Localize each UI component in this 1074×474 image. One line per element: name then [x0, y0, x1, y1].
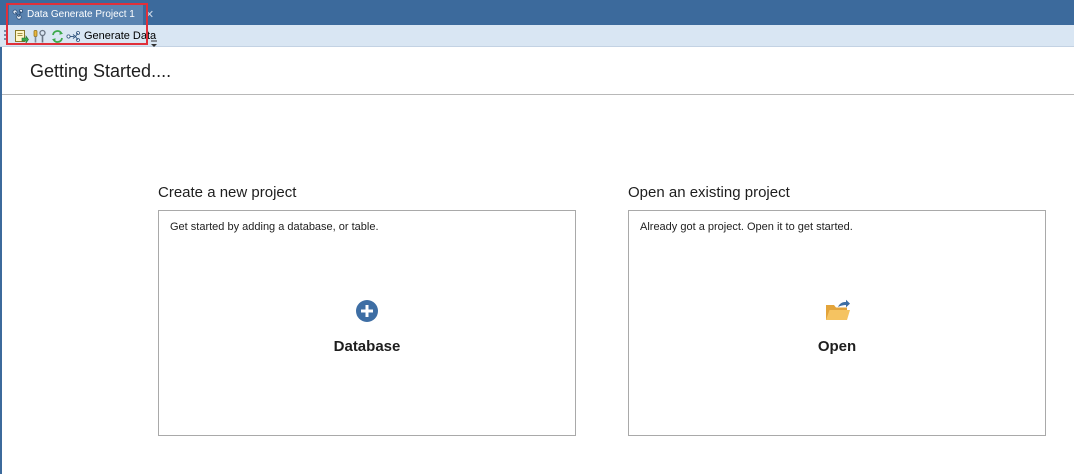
open-label: Open — [817, 338, 857, 355]
toolbar-grip[interactable] — [4, 30, 6, 42]
new-project-heading: Create a new project — [158, 184, 297, 201]
toolbar-overflow-button[interactable] — [150, 34, 158, 47]
new-project-icon — [14, 29, 29, 44]
add-circle-icon — [355, 299, 379, 323]
database-label: Database — [333, 338, 401, 355]
generate-data-label: Generate Data — [84, 30, 157, 42]
tab-title: Data Generate Project 1 — [27, 9, 135, 20]
refresh-button[interactable] — [49, 28, 65, 44]
page-title: Getting Started.... — [30, 61, 172, 81]
open-project-card[interactable]: Already got a project. Open it to get st… — [628, 210, 1046, 436]
document-tab-strip: Data Generate Project 1 ✕ — [0, 0, 1074, 25]
tab-close-icon[interactable]: ✕ — [145, 8, 154, 21]
new-project-button[interactable] — [13, 28, 29, 44]
overflow-chevron-icon — [151, 40, 157, 47]
tools-icon — [33, 29, 46, 42]
generate-data-icon — [66, 30, 80, 42]
tools-button[interactable] — [31, 28, 47, 44]
open-folder-icon — [825, 299, 850, 323]
data-generator-icon — [12, 8, 25, 21]
document-tab[interactable]: Data Generate Project 1 ✕ — [9, 4, 154, 25]
open-project-description: Already got a project. Open it to get st… — [640, 221, 853, 233]
refresh-icon — [51, 29, 63, 43]
toolbar: Generate Data — [0, 25, 1074, 47]
open-project-heading: Open an existing project — [628, 184, 790, 201]
new-database-card[interactable]: Get started by adding a database, or tab… — [158, 210, 576, 436]
generate-data-button[interactable]: Generate Data — [66, 28, 156, 44]
new-project-description: Get started by adding a database, or tab… — [170, 221, 379, 233]
window-left-edge — [0, 47, 2, 474]
header-divider — [2, 94, 1074, 95]
